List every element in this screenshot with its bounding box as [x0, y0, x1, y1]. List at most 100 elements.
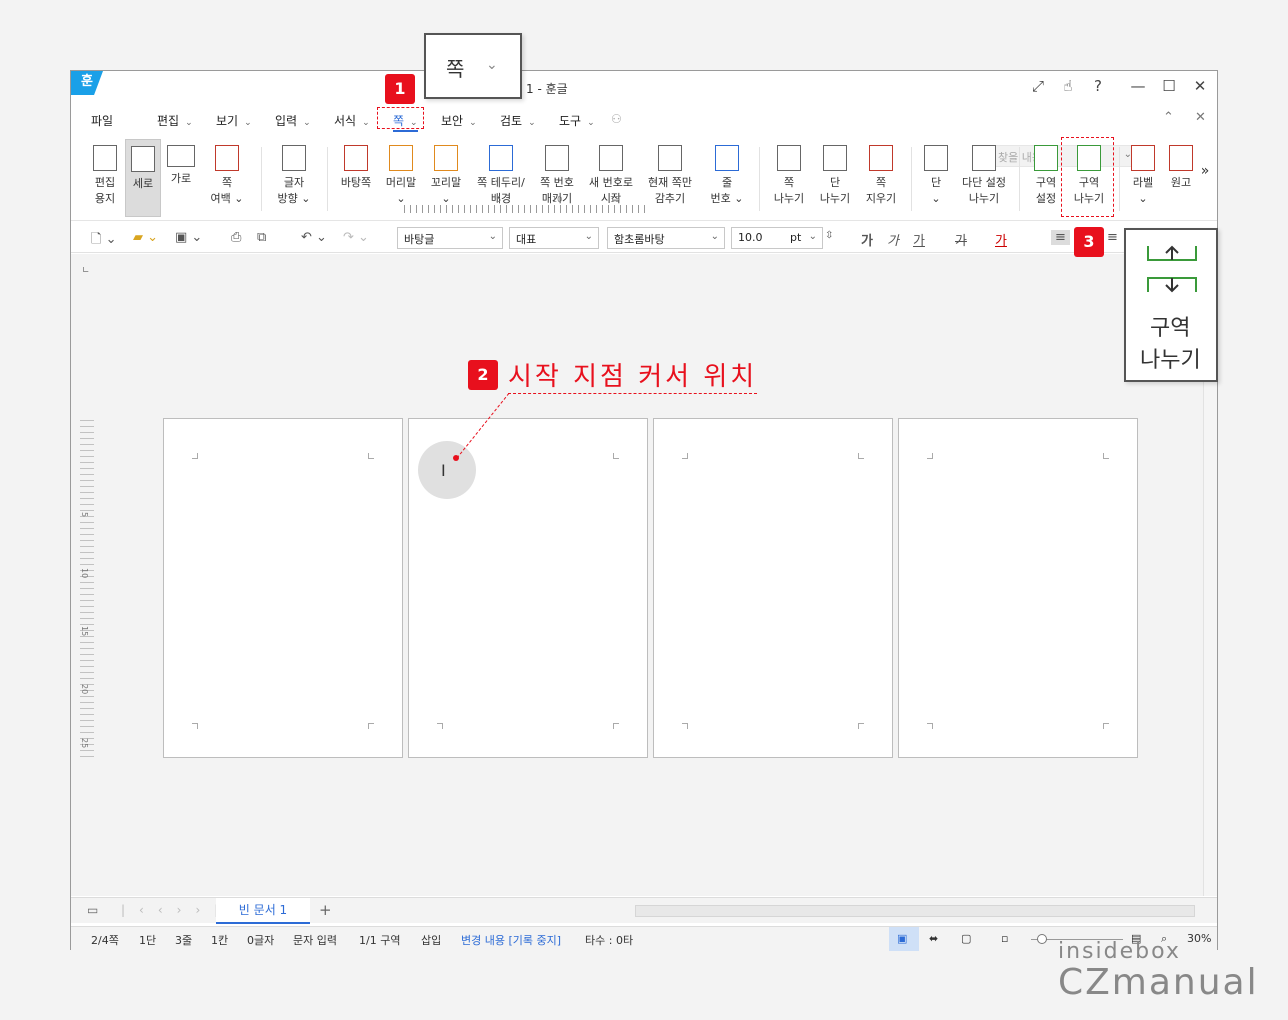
- tab-doc1[interactable]: 빈 문서 1: [216, 898, 310, 924]
- edit-paper-button[interactable]: 편집 용지: [85, 139, 125, 217]
- menu-insert[interactable]: 입력 ⌄: [275, 112, 311, 129]
- style-select[interactable]: 바탕글 ⌄: [397, 227, 503, 249]
- menu-tools[interactable]: 도구 ⌄: [559, 112, 595, 129]
- menu-file[interactable]: 파일: [91, 112, 113, 129]
- callout-line: [456, 391, 511, 459]
- hand-icon[interactable]: ☝: [1055, 77, 1081, 95]
- undo-icon[interactable]: ↶ ⌄: [301, 230, 327, 245]
- step-badge-3: 3: [1074, 227, 1104, 257]
- vertical-ruler[interactable]: [80, 420, 94, 760]
- page-1[interactable]: [163, 418, 403, 758]
- section-break-icon: [1147, 245, 1197, 293]
- title-bar: 훈 1 - 훈글 ⤢ ☝ ? — ☐ ✕: [71, 71, 1217, 103]
- maximize-icon[interactable]: ☐: [1156, 77, 1182, 95]
- text-direction-button[interactable]: 글자 방향 ⌄: [271, 139, 317, 217]
- open-folder-icon[interactable]: ▰ ⌄: [133, 230, 158, 245]
- bold-button[interactable]: 가: [861, 230, 873, 249]
- section-break-highlight: [1061, 137, 1114, 217]
- zoom-slider-handle[interactable]: [1037, 934, 1047, 944]
- page-menu-highlight: [377, 107, 424, 129]
- line-number-button[interactable]: 줄 번호 ⌄: [705, 139, 749, 217]
- help-icon[interactable]: ?: [1085, 77, 1111, 95]
- label-button[interactable]: 라벨 ⌄: [1123, 139, 1163, 217]
- font-color-button[interactable]: 가: [995, 230, 1007, 249]
- portrait-button[interactable]: 세로: [125, 139, 161, 217]
- document-tab-bar: ▭ |‹‹››| 빈 문서 1 +: [71, 897, 1217, 924]
- page-break-button[interactable]: 쪽 나누기: [767, 139, 811, 217]
- strikethrough-button[interactable]: 가: [955, 230, 967, 249]
- status-mode: 문자 입력: [293, 934, 337, 947]
- horizontal-ruler[interactable]: 5 10 15: [404, 195, 650, 215]
- align-justify-icon[interactable]: ≡: [1051, 230, 1070, 245]
- menu-format[interactable]: 서식 ⌄: [334, 112, 370, 129]
- width-view-icon[interactable]: ⬌: [929, 932, 938, 945]
- manuscript-button[interactable]: 원고: [1165, 139, 1197, 217]
- font-size-select[interactable]: 10.0 pt ⌄: [731, 227, 823, 249]
- size-stepper-icon[interactable]: ⇳: [825, 230, 833, 241]
- menu-review[interactable]: 검토 ⌄: [500, 112, 536, 129]
- add-tab-button[interactable]: +: [319, 901, 332, 919]
- paper-icon: [93, 145, 117, 171]
- window-title: 1 - 훈글: [526, 82, 568, 96]
- people-icon[interactable]: ⚇: [611, 112, 622, 126]
- page-delete-button[interactable]: 쪽 지우기: [859, 139, 903, 217]
- status-page: 2/4쪽: [91, 934, 119, 947]
- chevron-down-icon: ⌄: [808, 231, 817, 242]
- close-icon[interactable]: ✕: [1187, 77, 1213, 95]
- menu-security[interactable]: 보안 ⌄: [441, 112, 477, 129]
- label-icon: [1131, 145, 1155, 171]
- fullscreen-icon[interactable]: ⤢: [1025, 77, 1051, 95]
- horizontal-scrollbar[interactable]: [635, 905, 1195, 917]
- page-view-icon: ▣: [897, 932, 908, 945]
- ribbon-divider: [759, 147, 760, 211]
- font-select[interactable]: 함초롬바탕 ⌄: [607, 227, 725, 249]
- menu-view[interactable]: 보기 ⌄: [216, 112, 252, 129]
- language-select[interactable]: 대표 ⌄: [509, 227, 599, 249]
- status-insert[interactable]: 삽입: [421, 932, 441, 948]
- page-border-icon: [489, 145, 513, 171]
- close-ribbon-icon[interactable]: ✕: [1195, 110, 1206, 125]
- chevron-down-icon: ⌄: [185, 118, 193, 128]
- background-page-button[interactable]: 바탕쪽: [335, 139, 377, 217]
- columns-button[interactable]: 단 ⌄: [919, 139, 953, 217]
- section-settings-icon: [1034, 145, 1058, 171]
- save-icon[interactable]: ▣ ⌄: [175, 230, 202, 245]
- ribbon-divider: [911, 147, 912, 211]
- column-break-button[interactable]: 단 나누기: [813, 139, 857, 217]
- hide-page-icon: [658, 145, 682, 171]
- chevron-down-icon: ⌄: [710, 231, 719, 242]
- page-4[interactable]: [898, 418, 1138, 758]
- print-preview-icon[interactable]: ⧉: [257, 230, 266, 245]
- landscape-button[interactable]: 가로: [163, 139, 199, 217]
- format-toolbar: 🗋 ⌄ ▰ ⌄ ▣ ⌄ ⎙ ⧉ ↶ ⌄ ↷ ⌄ 바탕글 ⌄ 대표 ⌄ 함초롬바탕 ⌄ …: [71, 223, 1217, 253]
- underline-button[interactable]: 가: [913, 230, 925, 249]
- new-document-icon[interactable]: 🗋 ⌄: [91, 230, 116, 252]
- status-track-changes[interactable]: 변경 내용 [기록 중지]: [461, 932, 561, 948]
- italic-button[interactable]: 가: [887, 230, 899, 249]
- step-badge-2: 2: [468, 360, 498, 390]
- redo-icon[interactable]: ↷ ⌄: [343, 230, 369, 245]
- collapse-ribbon-icon[interactable]: ⌃: [1163, 110, 1174, 125]
- book-icon[interactable]: ▭: [87, 903, 98, 917]
- page-3[interactable]: [653, 418, 893, 758]
- page-delete-icon: [869, 145, 893, 171]
- zoomed-section-break: 구역 나누기: [1124, 228, 1218, 382]
- minimize-icon[interactable]: —: [1125, 77, 1151, 95]
- full-view-icon[interactable]: ▢: [961, 932, 971, 945]
- chevron-down-icon: ⌄: [488, 231, 497, 242]
- step-badge-1: 1: [385, 74, 415, 104]
- menu-edit[interactable]: 편집 ⌄: [157, 112, 193, 129]
- print-icon[interactable]: ⎙: [231, 230, 241, 245]
- page-margin-button[interactable]: 쪽 여백 ⌄: [205, 139, 249, 217]
- chevron-down-icon: ⌄: [469, 118, 477, 128]
- chevron-down-icon: ⌄: [486, 57, 498, 73]
- new-number-icon: [599, 145, 623, 171]
- text-direction-icon: [282, 145, 306, 171]
- chevron-down-icon: ⌄: [303, 118, 311, 128]
- header-icon: [389, 145, 413, 171]
- align-left-icon[interactable]: ≡: [1107, 230, 1118, 245]
- status-bar: 2/4쪽 1단 3줄 1칸 0글자 문자 입력 1/1 구역 삽입 변경 내용 …: [71, 926, 1217, 951]
- margin-icon: [215, 145, 239, 171]
- fit-view-icon[interactable]: ▫: [1001, 932, 1008, 945]
- multi-column-break-button[interactable]: 다단 설정 나누기: [955, 139, 1013, 217]
